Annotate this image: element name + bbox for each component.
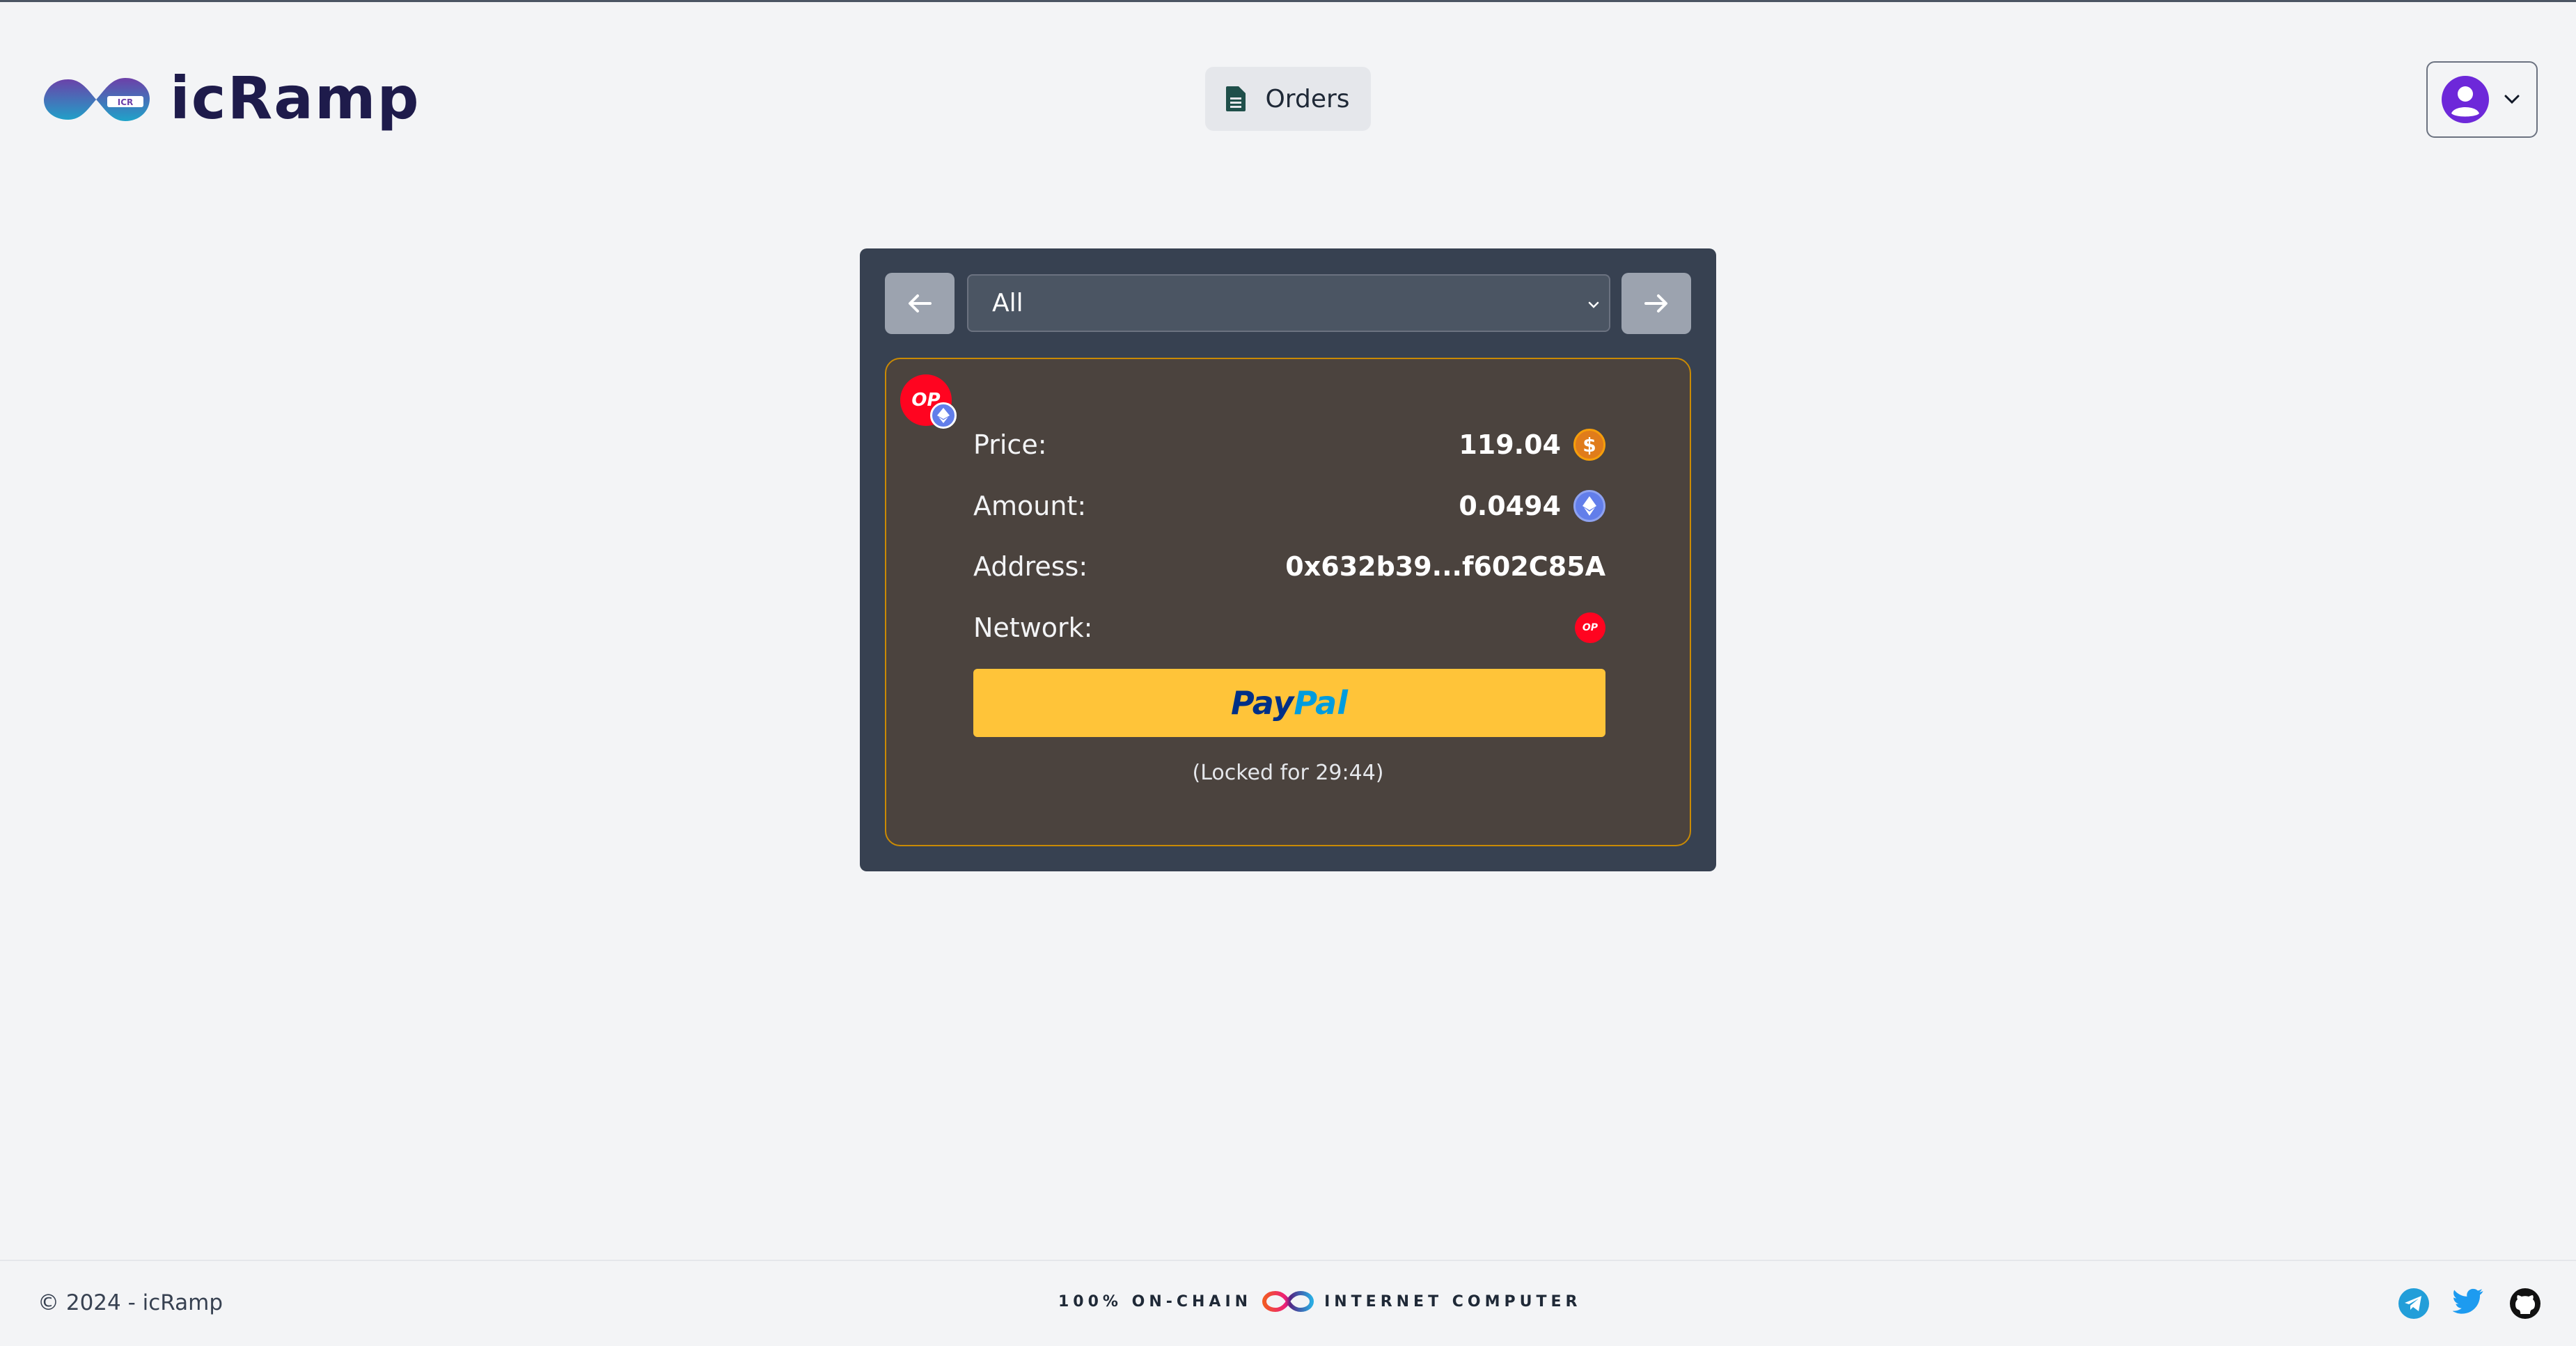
price-label: Price: <box>973 429 1047 460</box>
paypal-logo-pal: Pal <box>1294 684 1348 722</box>
icramp-logo-icon: ICR <box>44 77 150 121</box>
onchain-right-text: INTERNET COMPUTER <box>1324 1292 1582 1311</box>
user-avatar-icon <box>2442 76 2489 123</box>
arrow-left-icon <box>909 294 932 312</box>
price-row: Price: 119.04 $ <box>973 424 1605 466</box>
twitter-link[interactable] <box>2453 1288 2485 1320</box>
amount-label: Amount: <box>973 491 1087 521</box>
next-button[interactable] <box>1621 273 1691 334</box>
chevron-down-icon <box>1588 301 1599 308</box>
previous-button[interactable] <box>885 273 955 334</box>
paypal-logo-pay: Pay <box>1231 684 1294 722</box>
github-link[interactable] <box>2509 1288 2541 1320</box>
lock-timer: (Locked for 29:44) <box>1192 761 1384 785</box>
price-value: 119.04 <box>1459 429 1561 460</box>
copyright: © 2024 - icRamp <box>38 1290 223 1315</box>
brand-logo[interactable]: ICR icRamp <box>40 64 421 132</box>
amount-value: 0.0494 <box>1459 491 1561 521</box>
filter-selected-value: All <box>992 289 1023 317</box>
chevron-down-icon <box>2504 95 2520 104</box>
orders-button[interactable]: Orders <box>1205 67 1371 131</box>
address-row: Address: 0x632b39...f602C85A <box>973 546 1605 587</box>
provider-filter-select[interactable]: All <box>967 274 1610 332</box>
github-icon <box>2510 1288 2540 1319</box>
orders-label: Orders <box>1265 84 1350 113</box>
address-value[interactable]: 0x632b39...f602C85A <box>1285 551 1605 582</box>
ethereum-icon <box>930 402 957 429</box>
svg-text:ICR: ICR <box>118 97 134 107</box>
paypal-button[interactable]: Pay Pal <box>973 669 1605 737</box>
network-label: Network: <box>973 612 1093 643</box>
onchain-left-text: 100% ON-CHAIN <box>1058 1292 1252 1311</box>
ethereum-icon <box>1573 490 1605 522</box>
offer-card: OP Price: 119.04 $ Amount: 0.0494 Addres… <box>885 358 1691 846</box>
telegram-link[interactable] <box>2398 1288 2430 1320</box>
twitter-icon <box>2453 1288 2483 1314</box>
onchain-badge[interactable]: 100% ON-CHAIN INTERNET COMPUTER <box>1058 1288 1581 1315</box>
user-menu-button[interactable] <box>2426 61 2538 138</box>
telegram-icon <box>2398 1288 2429 1319</box>
amount-row: Amount: 0.0494 <box>973 485 1605 527</box>
offers-panel: All OP Price: 119.04 $ Amount: 0.0494 Ad… <box>860 248 1716 871</box>
network-row: Network: OP <box>973 607 1605 649</box>
infinity-icon <box>1262 1290 1314 1313</box>
usd-coin-icon: $ <box>1573 429 1605 461</box>
footer-divider <box>0 1260 2576 1261</box>
top-border <box>0 0 2576 2</box>
document-icon <box>1226 86 1246 111</box>
optimism-icon: OP <box>1575 612 1605 643</box>
brand-name: icRamp <box>170 64 421 132</box>
address-label: Address: <box>973 551 1088 582</box>
arrow-right-icon <box>1644 294 1667 312</box>
